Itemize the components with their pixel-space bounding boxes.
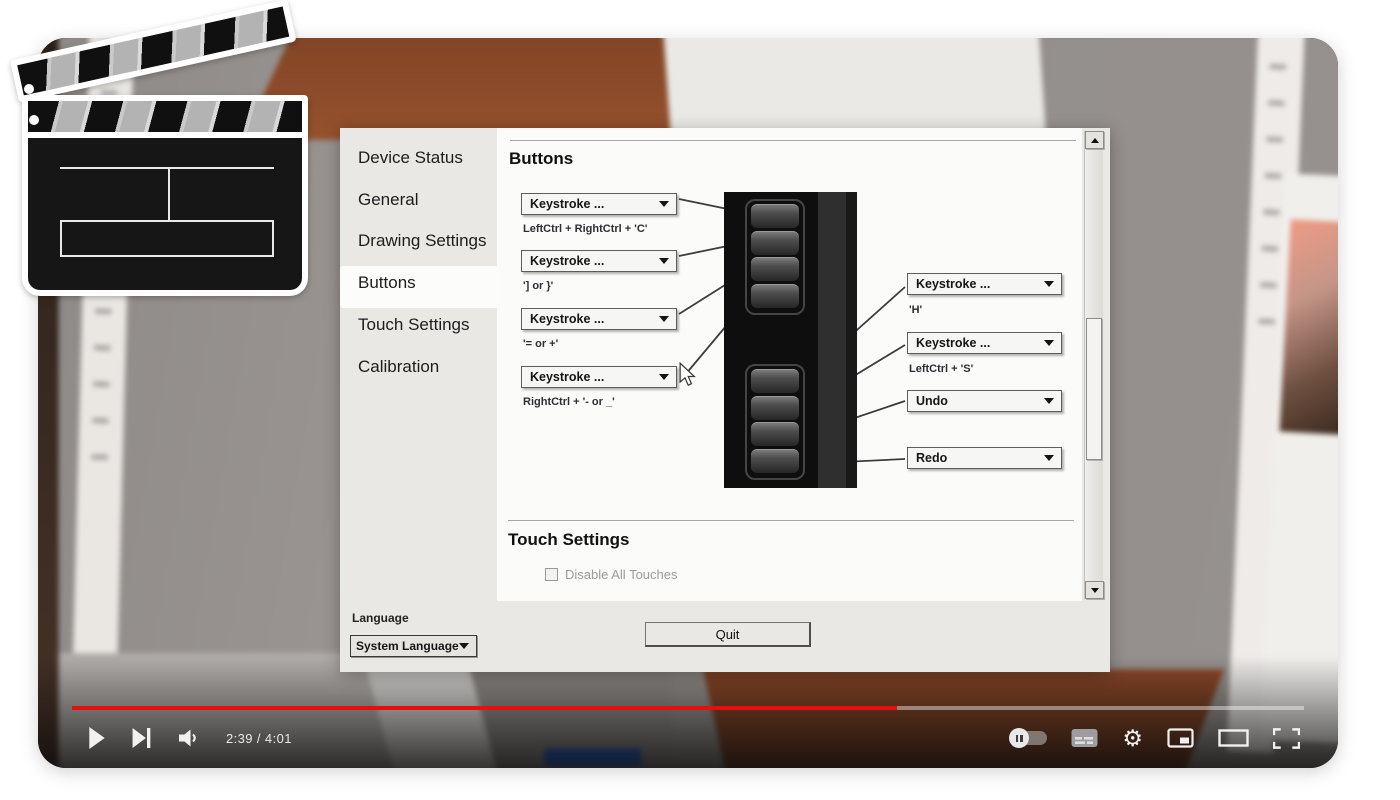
keystroke-dropdown-1[interactable]: Keystroke ... bbox=[521, 193, 677, 215]
sidebar-item-general[interactable]: General bbox=[358, 190, 418, 210]
chevron-down-icon bbox=[659, 201, 669, 207]
keystroke-dropdown-2[interactable]: Keystroke ... bbox=[521, 250, 677, 272]
progress-played bbox=[72, 706, 898, 710]
scroll-up-button[interactable] bbox=[1085, 131, 1104, 149]
chevron-down-icon bbox=[659, 374, 669, 380]
triangle-up-icon bbox=[1090, 137, 1099, 143]
chevron-down-icon bbox=[1044, 455, 1054, 461]
dialog-scrollbar[interactable] bbox=[1084, 131, 1104, 599]
disable-all-touches-checkbox[interactable] bbox=[545, 568, 558, 581]
tablet-button-group-bottom bbox=[745, 364, 805, 480]
dropdown-value: Keystroke ... bbox=[530, 370, 605, 384]
video-progress-bar[interactable] bbox=[72, 706, 1304, 710]
buttons-section-title: Buttons bbox=[509, 149, 574, 168]
pause-icon bbox=[1009, 728, 1030, 748]
tablet-button-8[interactable] bbox=[751, 448, 799, 473]
tablet-button-5[interactable] bbox=[751, 369, 799, 393]
disable-all-touches-label: Disable All Touches bbox=[565, 567, 678, 582]
time-display: 2:39 / 4:01 bbox=[226, 730, 292, 746]
tablet-button-1[interactable] bbox=[751, 204, 799, 228]
hotkey-label-5: 'H' bbox=[909, 304, 923, 316]
redo-dropdown[interactable]: Redo bbox=[907, 447, 1062, 469]
sidebar-item-calibration[interactable]: Calibration bbox=[358, 357, 439, 377]
play-button[interactable] bbox=[88, 727, 106, 749]
chevron-down-icon bbox=[1044, 281, 1054, 287]
settings-button[interactable]: ⚙ bbox=[1122, 724, 1143, 751]
player-controls: 2:39 / 4:01 ⚙ bbox=[72, 720, 1304, 756]
scroll-down-button[interactable] bbox=[1085, 581, 1104, 599]
tablet-button-4[interactable] bbox=[751, 283, 799, 308]
miniplayer-button[interactable] bbox=[1167, 728, 1194, 748]
tablet-settings-dialog: Device Status General Drawing Settings B… bbox=[340, 128, 1110, 672]
subtitles-button[interactable] bbox=[1071, 728, 1098, 748]
background-color-picker bbox=[1279, 219, 1338, 435]
dropdown-value: Undo bbox=[916, 394, 948, 408]
chevron-down-icon bbox=[659, 258, 669, 264]
language-dropdown[interactable]: System Language bbox=[350, 635, 477, 657]
play-icon bbox=[89, 727, 105, 749]
fullscreen-button[interactable] bbox=[1273, 727, 1300, 749]
divider bbox=[508, 520, 1074, 521]
video-player[interactable]: Device Status General Drawing Settings B… bbox=[38, 38, 1338, 768]
theater-mode-button[interactable] bbox=[1218, 729, 1249, 747]
hotkey-label-6: LeftCtrl + 'S' bbox=[909, 363, 974, 375]
tablet-button-6[interactable] bbox=[751, 395, 799, 420]
keystroke-dropdown-6[interactable]: Keystroke ... bbox=[907, 332, 1062, 354]
chevron-down-icon bbox=[1044, 398, 1054, 404]
tablet-illustration bbox=[724, 192, 857, 488]
volume-button[interactable] bbox=[178, 728, 200, 748]
settings-content: Buttons Keystroke ... LeftCtrl + RightCt… bbox=[497, 128, 1082, 601]
autoplay-toggle[interactable] bbox=[1009, 728, 1048, 748]
hotkey-label-3: '= or +' bbox=[523, 338, 559, 350]
tablet-button-7[interactable] bbox=[751, 422, 799, 446]
tablet-button-2[interactable] bbox=[751, 230, 799, 255]
divider bbox=[510, 140, 1076, 141]
tablet-button-3[interactable] bbox=[751, 257, 799, 281]
gear-icon: ⚙ bbox=[1122, 724, 1143, 751]
triangle-down-icon bbox=[1090, 587, 1099, 593]
quit-button[interactable]: Quit bbox=[645, 622, 811, 647]
volume-icon bbox=[179, 729, 196, 747]
theater-icon bbox=[1218, 729, 1249, 747]
dropdown-value: System Language bbox=[356, 639, 459, 653]
dropdown-value: Keystroke ... bbox=[530, 197, 605, 211]
autoplay-pill bbox=[1009, 728, 1048, 748]
keystroke-dropdown-3[interactable]: Keystroke ... bbox=[521, 308, 677, 330]
sidebar-item-touch-settings[interactable]: Touch Settings bbox=[358, 315, 470, 335]
chevron-down-icon bbox=[459, 643, 469, 649]
keystroke-dropdown-5[interactable]: Keystroke ... bbox=[907, 273, 1062, 295]
subtitles-icon bbox=[1071, 729, 1098, 747]
sidebar-item-buttons[interactable]: Buttons bbox=[358, 273, 416, 293]
settings-sidebar: Device Status General Drawing Settings B… bbox=[340, 128, 498, 601]
undo-dropdown[interactable]: Undo bbox=[907, 390, 1062, 412]
dropdown-value: Keystroke ... bbox=[530, 312, 605, 326]
language-label: Language bbox=[352, 611, 409, 625]
chevron-down-icon bbox=[1044, 340, 1054, 346]
sidebar-item-drawing-settings[interactable]: Drawing Settings bbox=[358, 231, 487, 251]
sidebar-item-device-status[interactable]: Device Status bbox=[358, 148, 463, 168]
page: Device Status General Drawing Settings B… bbox=[0, 0, 1400, 800]
dropdown-value: Keystroke ... bbox=[916, 336, 991, 350]
hotkey-label-4: RightCtrl + '- or _' bbox=[523, 396, 615, 408]
tablet-button-group-top bbox=[745, 199, 805, 315]
dropdown-value: Keystroke ... bbox=[530, 254, 605, 268]
next-button[interactable] bbox=[132, 728, 152, 748]
dropdown-value: Keystroke ... bbox=[916, 277, 991, 291]
chevron-down-icon bbox=[659, 316, 669, 322]
fullscreen-icon bbox=[1273, 727, 1300, 749]
miniplayer-icon bbox=[1167, 728, 1194, 748]
hotkey-label-1: LeftCtrl + RightCtrl + 'C' bbox=[523, 223, 648, 235]
dropdown-value: Redo bbox=[916, 451, 948, 465]
keystroke-dropdown-4[interactable]: Keystroke ... bbox=[521, 366, 677, 388]
scrollbar-thumb[interactable] bbox=[1086, 318, 1102, 460]
hotkey-label-2: '] or }' bbox=[523, 280, 554, 292]
next-icon bbox=[132, 728, 151, 748]
touch-section-title: Touch Settings bbox=[508, 530, 630, 549]
